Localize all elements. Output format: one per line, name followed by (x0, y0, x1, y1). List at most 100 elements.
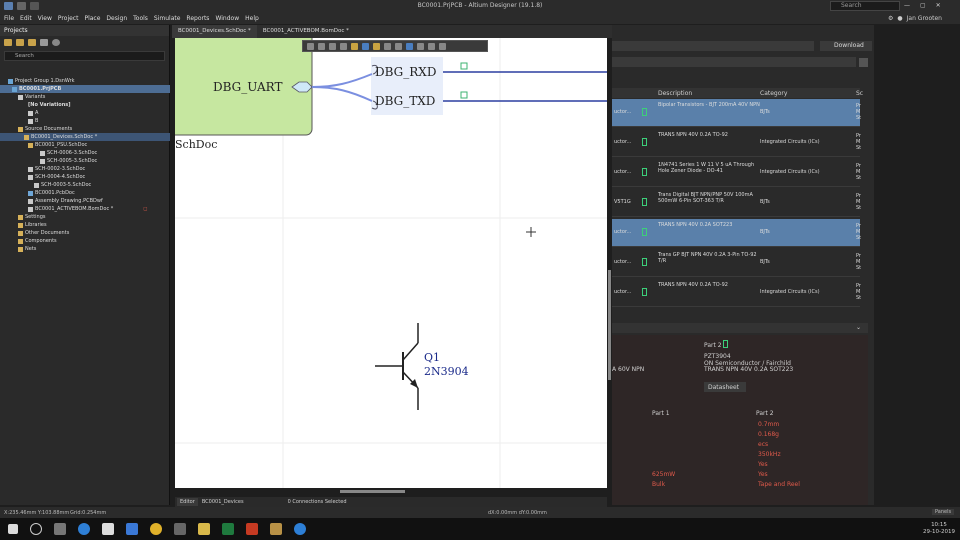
chrome-icon[interactable] (150, 523, 162, 535)
net-label-icon[interactable] (373, 42, 380, 50)
save-folder-icon[interactable] (28, 39, 36, 46)
header-sc[interactable]: Sc (856, 90, 863, 97)
table-row[interactable]: uctor... Trans GP BJT NPN 40V 0.2A 3-Pin… (612, 249, 861, 277)
panels-button[interactable]: Panels (932, 509, 955, 515)
minimize-icon[interactable]: — (904, 2, 910, 11)
header-description[interactable]: Description (658, 90, 692, 97)
menu-simulate[interactable]: Simulate (154, 15, 181, 22)
zoom-icon[interactable] (294, 523, 306, 535)
tab-activebom[interactable]: BC0001_ACTIVEBOM.BomDoc * (257, 25, 355, 38)
tree-item[interactable]: Nets (0, 245, 170, 253)
open-icon[interactable] (16, 39, 24, 46)
tree-item[interactable]: [No Variations] (0, 101, 170, 109)
menu-view[interactable]: View (38, 15, 52, 22)
tree-item[interactable]: Project Group 1.DsnWrk (0, 77, 170, 85)
table-row[interactable]: uctor... TRANS NPN 40V 0.2A SOT223 BJTs P… (612, 219, 861, 247)
settings-icon[interactable] (859, 58, 868, 67)
excel-icon[interactable] (222, 523, 234, 535)
select-icon[interactable] (329, 42, 336, 50)
tree-item[interactable]: SCH-0002-3.SchDoc (0, 165, 170, 173)
tree-item[interactable]: A (0, 109, 170, 117)
port-icon[interactable] (384, 42, 391, 50)
table-row[interactable]: uctor... Bipolar Transistors - BJT 200mA… (612, 99, 861, 127)
move-icon[interactable] (318, 42, 325, 50)
table-row[interactable]: uctor... TRANS NPN 40V 0.2A TO-92 Integra… (612, 129, 861, 157)
altium-icon[interactable] (270, 523, 282, 535)
tree-item[interactable]: SCH-0006-3.SchDoc (0, 149, 170, 157)
tree-item[interactable]: Settings (0, 213, 170, 221)
wire-icon[interactable] (351, 42, 358, 50)
tree-item[interactable]: Libraries (0, 221, 170, 229)
close-icon[interactable]: ✕ (936, 2, 941, 11)
app-icon[interactable] (174, 523, 186, 535)
tree-item[interactable]: Source Documents (0, 125, 170, 133)
harness-icon[interactable] (406, 42, 413, 50)
bell-icon[interactable]: ● (897, 15, 902, 22)
tree-item[interactable]: SCH-0003-5.SchDoc (0, 181, 170, 189)
parts-search-input[interactable] (612, 41, 814, 51)
download-button[interactable]: Download (820, 41, 872, 51)
schematic-canvas[interactable]: DBG_UART SchDoc DBG_RXD DBG_TXD Q1 2N390… (175, 38, 607, 488)
tab-sheet-name[interactable]: BC0001_Devices (202, 499, 244, 505)
sheet-icon[interactable] (417, 42, 424, 50)
port-dbg-txd[interactable]: DBG_TXD (375, 94, 435, 108)
component-designator[interactable]: Q1 (424, 351, 440, 364)
store-icon[interactable] (102, 523, 114, 535)
tree-item[interactable]: BC0001_PSU.SchDoc (0, 141, 170, 149)
tree-item[interactable]: SCH-0004-4.SchDoc (0, 173, 170, 181)
menu-window[interactable]: Window (215, 15, 239, 22)
tree-item[interactable]: Components (0, 237, 170, 245)
table-row[interactable]: V5T1G Trans Digital BJT NPN/PNP 50V 100m… (612, 189, 861, 217)
powerpoint-icon[interactable] (246, 523, 258, 535)
tree-item[interactable]: SCH-0005-3.SchDoc (0, 157, 170, 165)
tree-item[interactable]: Assembly Drawing.PCBDwf (0, 197, 170, 205)
mail-icon[interactable] (126, 523, 138, 535)
filter-icon[interactable] (307, 42, 314, 50)
maximize-icon[interactable]: ▢ (920, 2, 926, 11)
menu-design[interactable]: Design (106, 15, 127, 22)
edge-icon[interactable] (78, 523, 90, 535)
file-explorer-icon[interactable] (198, 523, 210, 535)
menu-project[interactable]: Project (58, 15, 79, 22)
compile-icon[interactable] (40, 39, 48, 46)
port-dbg-rxd[interactable]: DBG_RXD (375, 65, 436, 79)
settings-icon[interactable] (52, 39, 60, 46)
system-clock[interactable]: 10:15 29-10-2019 (920, 522, 958, 536)
task-view-icon[interactable] (54, 523, 66, 535)
tree-item[interactable]: BC0001_ACTIVEBOM.BomDoc * ◻ (0, 205, 170, 213)
text-icon[interactable] (428, 42, 435, 50)
gear-icon[interactable]: ⚙ (888, 15, 893, 22)
tree-item[interactable]: BC0001.PrjPCB (0, 85, 170, 93)
no-erc-icon[interactable] (395, 42, 402, 50)
tree-item[interactable]: BC0001.PcbDoc (0, 189, 170, 197)
shape-icon[interactable] (439, 42, 446, 50)
tree-item[interactable]: Variants (0, 93, 170, 101)
collapse-icon[interactable]: ⌄ (856, 324, 861, 331)
project-search-input[interactable]: Search (4, 51, 165, 61)
menu-edit[interactable]: Edit (20, 15, 32, 22)
menu-place[interactable]: Place (84, 15, 100, 22)
tab-devices-schdoc[interactable]: BC0001_Devices.SchDoc * (172, 25, 257, 38)
search-icon[interactable] (30, 523, 42, 535)
tree-item[interactable]: B (0, 117, 170, 125)
menu-tools[interactable]: Tools (133, 15, 148, 22)
component-part-number[interactable]: 2N3904 (424, 365, 469, 378)
windows-start-icon[interactable] (8, 524, 18, 534)
tree-item[interactable]: Other Documents (0, 229, 170, 237)
menu-file[interactable]: File (4, 15, 14, 22)
table-row[interactable]: uctor... 1N4741 Series 1 W 11 V 5 uA Thr… (612, 159, 861, 187)
datasheet-dropdown[interactable]: Datasheet (704, 382, 746, 392)
tree-item[interactable]: BC0001_Devices.SchDoc * (0, 133, 170, 141)
tab-editor[interactable]: Editor (177, 498, 198, 506)
horizontal-scrollbar[interactable] (340, 490, 405, 493)
vertical-scrollbar[interactable] (608, 270, 611, 380)
header-category[interactable]: Category (760, 90, 787, 97)
align-icon[interactable] (340, 42, 347, 50)
user-name[interactable]: Jan Grooten (907, 15, 942, 22)
folder-icon[interactable] (4, 39, 12, 46)
global-search[interactable]: Search (830, 1, 900, 11)
table-row[interactable]: uctor... TRANS NPN 40V 0.2A TO-92 Integra… (612, 279, 861, 307)
filter-dropdown[interactable] (612, 57, 856, 67)
menu-reports[interactable]: Reports (186, 15, 209, 22)
menu-help[interactable]: Help (245, 15, 259, 22)
